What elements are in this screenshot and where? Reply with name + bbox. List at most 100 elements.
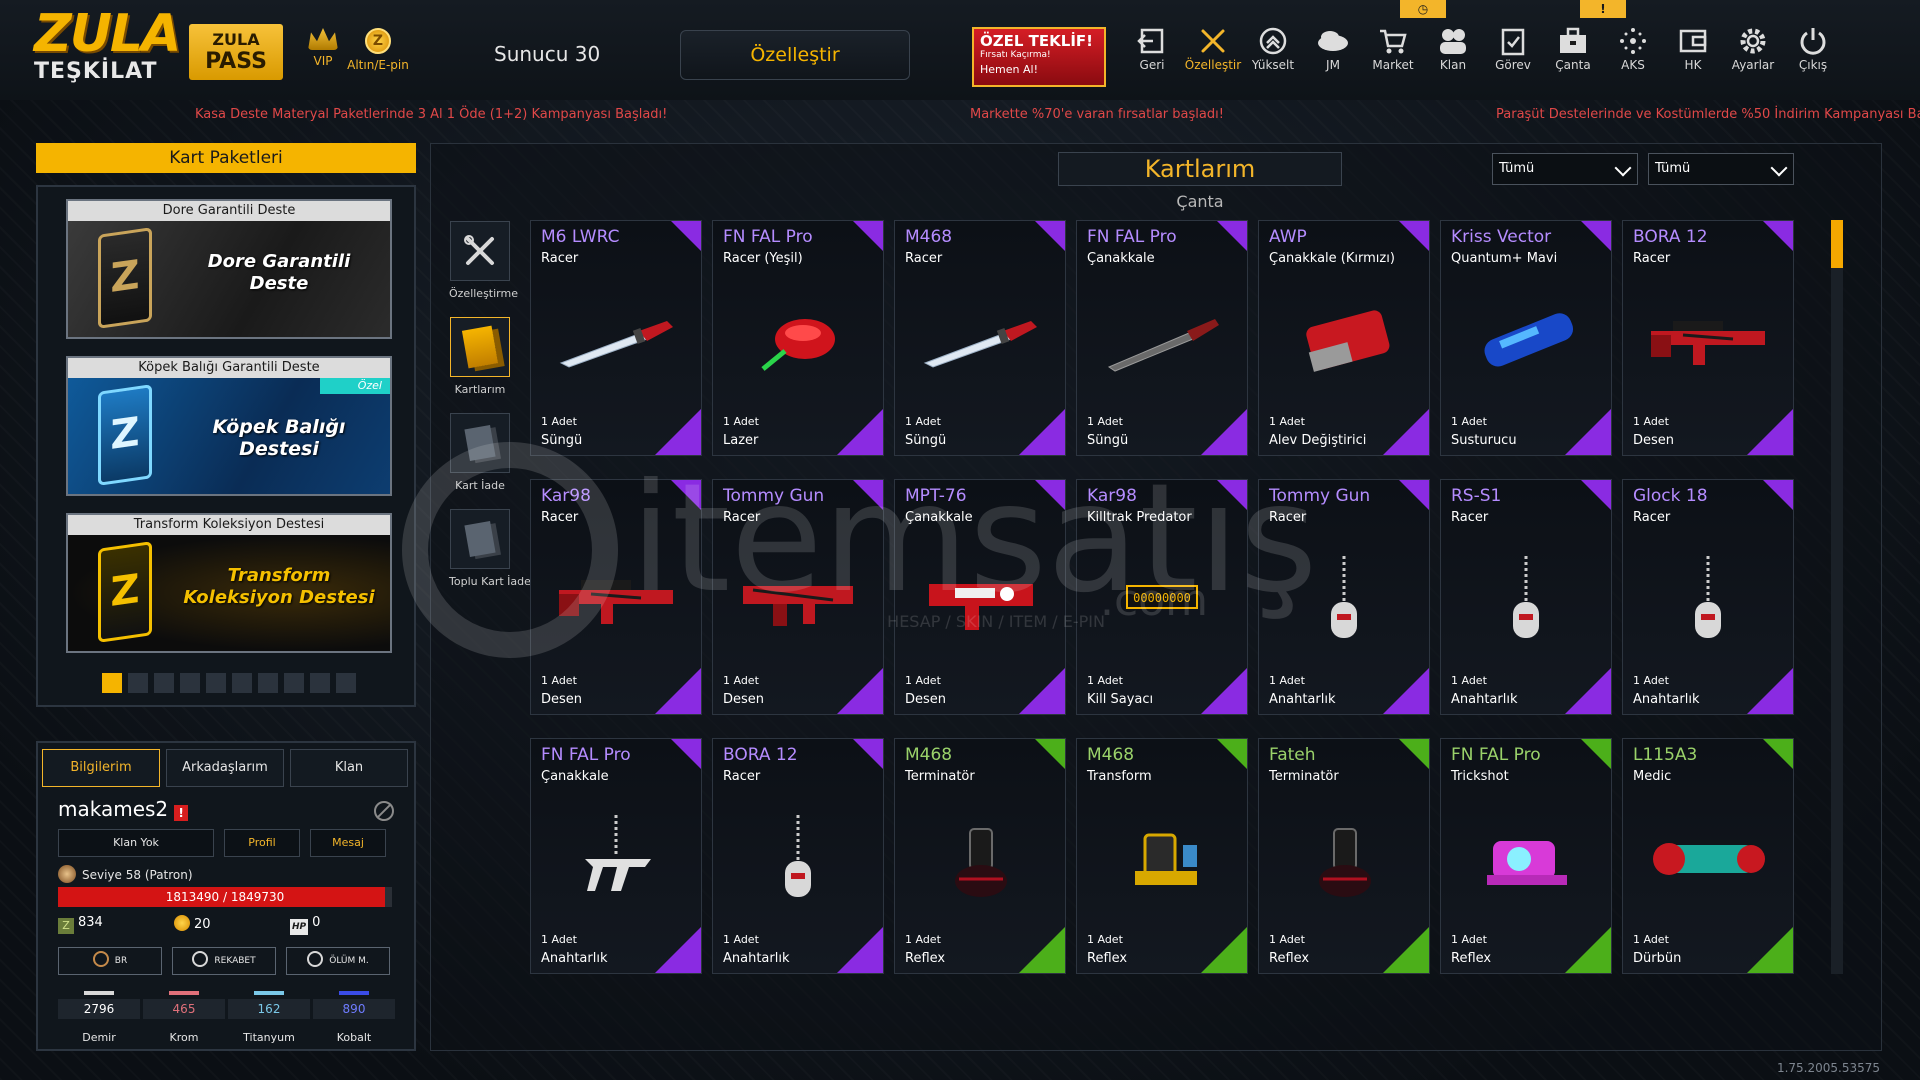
rekabet-button[interactable]: REKABET bbox=[172, 947, 276, 975]
inventory-card[interactable]: M468 Terminatör 1 Adet Reflex bbox=[894, 738, 1066, 974]
page-dot[interactable] bbox=[336, 673, 356, 693]
no-clan-button[interactable]: Klan Yok bbox=[58, 829, 214, 857]
item-smg-white-icon bbox=[915, 550, 1045, 650]
message-button[interactable]: Mesaj bbox=[310, 829, 386, 857]
page-dot[interactable] bbox=[284, 673, 304, 693]
tool-label: Toplu Kart İade bbox=[449, 575, 531, 588]
deck-kopek-baligi[interactable]: Köpek Balığı Garantili Deste Z Köpek Bal… bbox=[66, 356, 392, 496]
inventory-card[interactable]: Kriss Vector Quantum+ Mavi 1 Adet Susturucu bbox=[1440, 220, 1612, 456]
inventory-card[interactable]: Kar98 Killtrak Predator 00000000 1 Adet Kill… bbox=[1076, 479, 1248, 715]
customize-button[interactable]: Özelleştir bbox=[680, 30, 910, 80]
filter1-value: Tümü bbox=[1499, 161, 1535, 176]
inventory-card[interactable]: M6 LWRC Racer 1 Adet Süngü bbox=[530, 220, 702, 456]
tool-my-cards[interactable]: Kartlarım bbox=[449, 317, 511, 396]
inventory-card[interactable]: MPT-76 Çanakkale 1 Adet Desen bbox=[894, 479, 1066, 715]
inventory-card[interactable]: Fateh Terminatör 1 Adet Reflex bbox=[1258, 738, 1430, 974]
rank-icon bbox=[58, 865, 76, 883]
z-point-icon: Z bbox=[58, 918, 74, 934]
inventory-card[interactable]: BORA 12 Racer 1 Adet Anahtarlık bbox=[712, 738, 884, 974]
nav-bag-button[interactable]: Çanta bbox=[1543, 24, 1603, 84]
upgrade-icon bbox=[1243, 24, 1303, 58]
inventory-card[interactable]: Glock 18 Racer 1 Adet Anahtarlık bbox=[1622, 479, 1794, 715]
card-weapon-name: FN FAL Pro bbox=[1451, 745, 1541, 765]
deck-transform[interactable]: Transform Koleksiyon Destesi Z Transform… bbox=[66, 513, 392, 653]
scroll-thumb[interactable] bbox=[1831, 220, 1843, 268]
inventory-card[interactable]: M468 Transform 1 Adet Reflex bbox=[1076, 738, 1248, 974]
inventory-card[interactable]: Tommy Gun Racer 1 Adet Anahtarlık bbox=[1258, 479, 1430, 715]
rarity-corner bbox=[1763, 221, 1793, 251]
card-skin-name: Quantum+ Mavi bbox=[1451, 251, 1558, 266]
nav-clan-button[interactable]: Klan bbox=[1423, 24, 1483, 84]
card-weapon-name: MPT-76 bbox=[905, 486, 967, 506]
page-dot[interactable] bbox=[128, 673, 148, 693]
gold-epin-button[interactable]: Z Altın/E-pin bbox=[346, 28, 410, 72]
page-dot[interactable] bbox=[232, 673, 252, 693]
vip-button[interactable]: VIP bbox=[303, 28, 343, 68]
tool-bulk-card-return[interactable]: Toplu Kart İade bbox=[449, 509, 531, 588]
nav-gear-button[interactable]: Ayarlar bbox=[1723, 24, 1783, 84]
tab-klan[interactable]: Klan bbox=[290, 749, 408, 787]
inventory-card[interactable]: Tommy Gun Racer 1 Adet Desen bbox=[712, 479, 884, 715]
inventory-card[interactable]: RS-S1 Racer 1 Adet Anahtarlık bbox=[1440, 479, 1612, 715]
rarity-corner bbox=[1581, 480, 1611, 510]
deck-dore[interactable]: Dore Garantili Deste Z Dore Garantili De… bbox=[66, 199, 392, 339]
nav-upgrade-button[interactable]: Yükselt bbox=[1243, 24, 1303, 84]
inventory-card[interactable]: FN FAL Pro Çanakkale 1 Adet Süngü bbox=[1076, 220, 1248, 456]
item-reflex-pink-icon bbox=[1461, 809, 1591, 909]
tab-bilgilerim[interactable]: Bilgilerim bbox=[42, 749, 160, 787]
inventory-card[interactable]: FN FAL Pro Trickshot 1 Adet Reflex bbox=[1440, 738, 1612, 974]
page-dot[interactable] bbox=[102, 673, 122, 693]
page-dot[interactable] bbox=[180, 673, 200, 693]
card-item-type: Reflex bbox=[905, 951, 946, 966]
inventory-card[interactable]: FN FAL Pro Racer (Yeşil) 1 Adet Lazer bbox=[712, 220, 884, 456]
profile-button[interactable]: Profil bbox=[224, 829, 300, 857]
br-button[interactable]: BR bbox=[58, 947, 162, 975]
material-color-bar bbox=[254, 991, 284, 995]
block-icon[interactable] bbox=[374, 801, 394, 821]
inventory-card[interactable]: AWP Çanakkale (Kırmızı) 1 Adet Alev Değişti… bbox=[1258, 220, 1430, 456]
inventory-card[interactable]: M468 Racer 1 Adet Süngü bbox=[894, 220, 1066, 456]
card-item-type: Anahtarlık bbox=[1451, 692, 1518, 707]
deck-art: Z Transform Koleksiyon Destesi bbox=[68, 535, 390, 651]
nav-network-button[interactable]: AKS bbox=[1603, 24, 1663, 84]
nav-wallet-button[interactable]: HK bbox=[1663, 24, 1723, 84]
tool-card-return[interactable]: Kart İade bbox=[449, 413, 511, 492]
rarity-corner bbox=[837, 927, 883, 973]
rarity-corner bbox=[1747, 409, 1793, 455]
nav-clipboard-button[interactable]: Görev bbox=[1483, 24, 1543, 84]
nav-back-button[interactable]: Geri bbox=[1122, 24, 1182, 84]
nav-cart-button[interactable]: Market bbox=[1363, 24, 1423, 84]
inventory-card[interactable]: L115A3 Medic 1 Adet Dürbün bbox=[1622, 738, 1794, 974]
card-item-type: Susturucu bbox=[1451, 433, 1517, 448]
vip-label: VIP bbox=[313, 54, 333, 68]
filter-dropdown-1[interactable]: Tümü bbox=[1492, 153, 1638, 185]
card-quantity: 1 Adet bbox=[905, 415, 941, 428]
cards-scrollbar[interactable] bbox=[1831, 220, 1843, 974]
nav-tools-button[interactable]: Özelleştir bbox=[1183, 24, 1243, 84]
inventory-card[interactable]: FN FAL Pro Çanakkale 1 Adet Anahtarlık bbox=[530, 738, 702, 974]
tool-customization[interactable]: Özelleştirme bbox=[449, 221, 518, 300]
inventory-card[interactable]: Kar98 Racer 1 Adet Desen bbox=[530, 479, 702, 715]
rarity-corner bbox=[1019, 668, 1065, 714]
z-card-icon: Z bbox=[98, 384, 152, 486]
page-dot[interactable] bbox=[154, 673, 174, 693]
nav-cloud-button[interactable]: JM bbox=[1303, 24, 1363, 84]
tab-arkadaslarim[interactable]: Arkadaşlarım bbox=[166, 749, 284, 787]
olum-m-button[interactable]: ÖLÜM M. bbox=[286, 947, 390, 975]
rarity-corner bbox=[1201, 409, 1247, 455]
level-info: Seviye 58 (Patron) bbox=[58, 865, 193, 883]
item-knife-icon bbox=[551, 291, 681, 391]
filter-dropdown-2[interactable]: Tümü bbox=[1648, 153, 1794, 185]
nav-power-button[interactable]: Çıkış bbox=[1783, 24, 1843, 84]
back-icon bbox=[1122, 24, 1182, 58]
special-offer-banner[interactable]: ÖZEL TEKLİF! Fırsatı Kaçırma! Hemen Al! bbox=[972, 27, 1106, 87]
zula-pass-button[interactable]: ZULA PASS bbox=[189, 24, 283, 80]
page-dot[interactable] bbox=[258, 673, 278, 693]
card-quantity: 1 Adet bbox=[541, 933, 577, 946]
cart-icon bbox=[1363, 24, 1423, 58]
inventory-card[interactable]: BORA 12 Racer 1 Adet Desen bbox=[1622, 220, 1794, 456]
page-dot[interactable] bbox=[310, 673, 330, 693]
page-dot[interactable] bbox=[206, 673, 226, 693]
power-icon bbox=[1783, 24, 1843, 58]
card-weapon-name: RS-S1 bbox=[1451, 486, 1502, 506]
